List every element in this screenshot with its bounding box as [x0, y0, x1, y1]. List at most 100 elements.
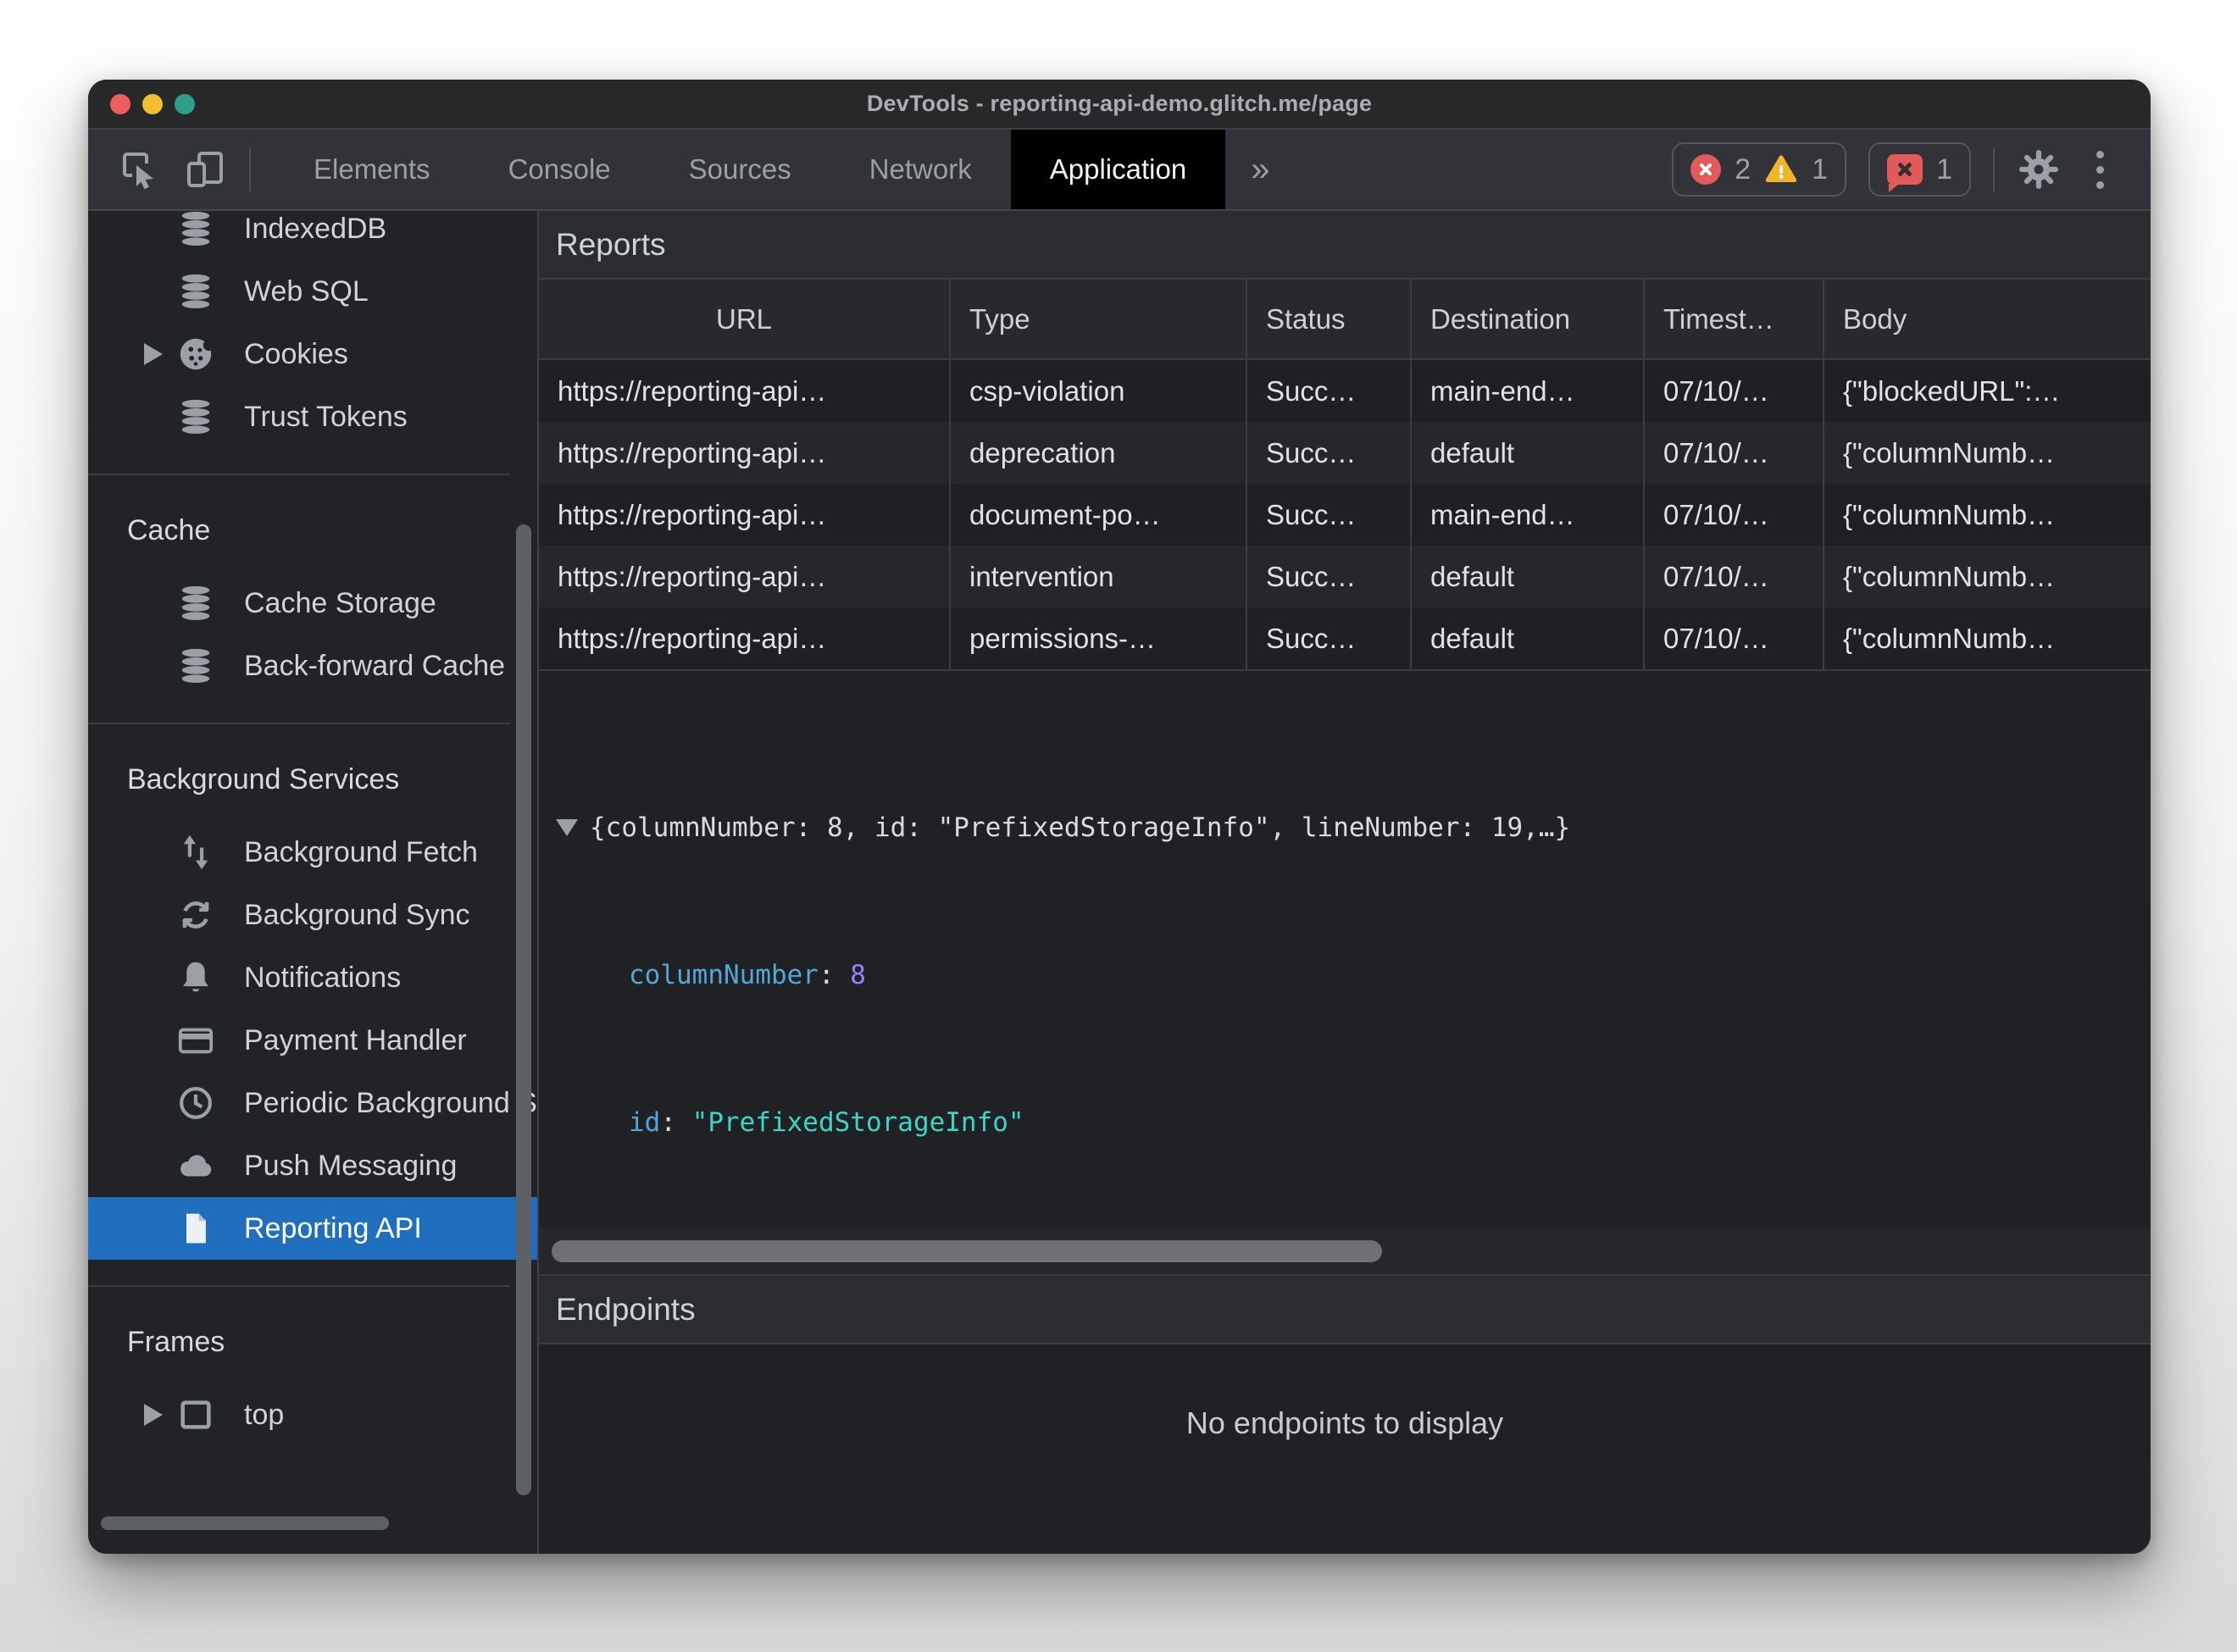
tab-console[interactable]: Console — [469, 130, 650, 209]
expand-arrow-icon[interactable] — [144, 343, 163, 365]
console-summary-badge[interactable]: 2 1 — [1672, 142, 1847, 197]
sidebar-vertical-scrollbar[interactable] — [516, 524, 531, 1495]
sidebar-item-frame-top[interactable]: top — [88, 1383, 537, 1446]
settings-button[interactable] — [2017, 147, 2061, 191]
sidebar-item-reporting-api[interactable]: Reporting API — [88, 1197, 537, 1260]
database-icon — [175, 270, 217, 313]
cell-timestamp: 07/10/… — [1645, 360, 1824, 422]
cell-type: deprecation — [951, 422, 1247, 484]
column-header-destination[interactable]: Destination — [1412, 280, 1645, 358]
database-icon — [175, 396, 217, 438]
inspect-element-button[interactable] — [117, 147, 161, 191]
sidebar-item-web-sql[interactable]: Web SQL — [88, 260, 537, 323]
sidebar-section-cache: Cache — [127, 513, 211, 546]
report-row[interactable]: https://reporting-api… document-po… Succ… — [539, 484, 2151, 546]
sidebar-item-label: Payment Handler — [244, 1023, 467, 1056]
sidebar-item-payment-handler[interactable]: Payment Handler — [88, 1009, 537, 1072]
title-bar: DevTools - reporting-api-demo.glitch.me/… — [88, 80, 2151, 128]
cell-url: https://reporting-api… — [539, 484, 951, 546]
database-icon — [175, 211, 217, 250]
endpoints-empty-message: No endpoints to display — [1185, 1405, 1504, 1440]
collapse-triangle-icon[interactable] — [556, 819, 578, 836]
sidebar-item-label: Cache Storage — [244, 586, 436, 619]
reporting-api-panel: Reports URL Type Status Destination Time… — [537, 211, 2151, 1554]
sidebar-item-label: Trust Tokens — [244, 400, 408, 433]
sidebar-separator — [88, 723, 510, 724]
cell-url: https://reporting-api… — [539, 546, 951, 607]
cell-type: intervention — [951, 546, 1247, 607]
panel-tabs: Elements Console Sources Network Applica… — [275, 130, 1295, 209]
bell-icon — [175, 956, 217, 999]
column-header-url[interactable]: URL — [539, 280, 951, 358]
report-row[interactable]: https://reporting-api… csp-violation Suc… — [539, 360, 2151, 422]
sidebar-item-back-forward-cache[interactable]: Back-forward Cache — [88, 635, 537, 697]
cell-type: csp-violation — [951, 360, 1247, 422]
property-row[interactable]: id: "PrefixedStorageInfo" — [556, 1098, 2151, 1147]
cell-body: {"columnNumb… — [1843, 560, 2056, 592]
cell-timestamp: 07/10/… — [1645, 546, 1824, 607]
issues-badge[interactable]: 1 — [1868, 142, 1971, 197]
column-header-status[interactable]: Status — [1247, 280, 1412, 358]
column-header-timestamp[interactable]: Timest… — [1645, 280, 1824, 358]
toolbar-divider — [249, 147, 251, 191]
more-tabs-button[interactable]: » — [1225, 130, 1295, 209]
cell-body: {"columnNumb… — [1843, 622, 2056, 654]
minimize-window-button[interactable] — [142, 93, 163, 114]
sidebar-item-background-fetch[interactable]: Background Fetch — [88, 821, 537, 884]
column-header-body[interactable]: Body — [1824, 280, 2151, 358]
cell-type: permissions-… — [951, 607, 1247, 669]
warning-icon — [1765, 155, 1797, 183]
sidebar-item-cache-storage[interactable]: Cache Storage — [88, 572, 537, 635]
endpoints-section-header: Endpoints — [539, 1276, 2151, 1344]
sidebar-item-label: Background Fetch — [244, 835, 478, 868]
reports-section-header: Reports — [539, 211, 2151, 280]
reports-horizontal-scrollbar[interactable] — [552, 1239, 1382, 1262]
toolbar-divider — [1993, 147, 1995, 191]
sidebar-item-periodic-background-sync[interactable]: Periodic Background Sync — [88, 1072, 537, 1134]
reports-table-body: https://reporting-api… csp-violation Suc… — [539, 360, 2151, 671]
sidebar-item-trust-tokens[interactable]: Trust Tokens — [88, 385, 537, 448]
gear-icon — [2019, 150, 2058, 189]
report-preview[interactable]: {columnNumber: 8, id: "PrefixedStorageIn… — [590, 803, 1570, 852]
error-count: 2 — [1735, 152, 1751, 186]
cell-destination: default — [1412, 607, 1645, 669]
cell-status: Succ… — [1247, 360, 1412, 422]
customize-devtools-button[interactable] — [2083, 150, 2117, 189]
credit-card-icon — [175, 1019, 217, 1062]
toggle-device-toolbar-button[interactable] — [183, 147, 227, 191]
zoom-window-button[interactable] — [175, 93, 195, 114]
report-row[interactable]: https://reporting-api… deprecation Succ…… — [539, 422, 2151, 484]
traffic-lights — [110, 80, 195, 128]
cell-body: {"columnNumb… — [1843, 436, 2056, 468]
sync-arrows-icon — [175, 894, 217, 936]
sidebar-section-background-services: Background Services — [127, 762, 400, 796]
sidebar-item-notifications[interactable]: Notifications — [88, 946, 537, 1009]
devtools-window: DevTools - reporting-api-demo.glitch.me/… — [88, 80, 2151, 1554]
devtools-toolbar: Elements Console Sources Network Applica… — [88, 128, 2151, 211]
sidebar-item-background-sync[interactable]: Background Sync — [88, 884, 537, 946]
tab-application[interactable]: Application — [1010, 130, 1226, 209]
sidebar-item-label: Reporting API — [244, 1211, 422, 1245]
tab-elements[interactable]: Elements — [275, 130, 469, 209]
sidebar-item-label: Back-forward Cache — [244, 649, 506, 682]
cell-destination: default — [1412, 422, 1645, 484]
property-row[interactable]: columnNumber: 8 — [556, 951, 2151, 1000]
expand-arrow-icon[interactable] — [144, 1404, 163, 1426]
cell-url: https://reporting-api… — [539, 607, 951, 669]
cell-destination: main-end… — [1412, 484, 1645, 546]
sidebar-horizontal-scrollbar[interactable] — [101, 1516, 389, 1530]
sidebar-section-frames: Frames — [127, 1325, 225, 1358]
column-header-type[interactable]: Type — [951, 280, 1247, 358]
sidebar-item-indexeddb[interactable]: IndexedDB — [88, 211, 537, 260]
cloud-icon — [175, 1145, 217, 1187]
sidebar-item-cookies[interactable]: Cookies — [88, 323, 537, 385]
tab-sources[interactable]: Sources — [650, 130, 830, 209]
reports-horizontal-scrollbar-track — [539, 1228, 2151, 1276]
cell-timestamp: 07/10/… — [1645, 484, 1824, 546]
inspect-cursor-icon — [123, 152, 153, 190]
report-row[interactable]: https://reporting-api… intervention Succ… — [539, 546, 2151, 607]
close-window-button[interactable] — [110, 93, 130, 114]
tab-network[interactable]: Network — [830, 130, 1011, 209]
sidebar-item-push-messaging[interactable]: Push Messaging — [88, 1134, 537, 1197]
report-row[interactable]: https://reporting-api… permissions-… Suc… — [539, 607, 2151, 669]
